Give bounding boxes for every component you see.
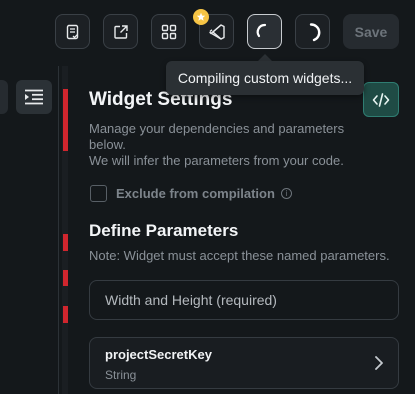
open-external-button[interactable] [103, 14, 138, 49]
vscode-icon [208, 23, 225, 40]
info-icon[interactable]: i [280, 188, 292, 199]
toggle-panel-button[interactable] [16, 80, 52, 114]
loading-spinner-icon [256, 23, 266, 37]
error-marker[interactable] [63, 234, 68, 251]
collapsed-button[interactable] [0, 80, 8, 114]
compile-tooltip: Compiling custom widgets... [166, 61, 364, 95]
left-panel [0, 66, 58, 394]
grid-button[interactable] [151, 14, 186, 49]
error-marker[interactable] [63, 306, 68, 323]
parameters-note: Note: Widget must accept these named par… [89, 248, 390, 263]
document-check-button[interactable] [55, 14, 90, 49]
width-height-input[interactable]: Width and Height (required) [89, 280, 399, 320]
panel-divider[interactable] [58, 66, 59, 394]
exclude-compilation-checkbox[interactable] [90, 185, 107, 202]
parameter-type: String [105, 368, 137, 382]
chevron-right-icon [375, 356, 383, 370]
exclude-compilation-label[interactable]: Exclude from compilation [116, 186, 275, 201]
parameter-name: projectSecretKey [105, 347, 212, 362]
exclude-compilation-row: Exclude from compilation i [90, 185, 292, 202]
error-marker[interactable] [63, 89, 68, 151]
parameter-item[interactable]: projectSecretKey String [89, 337, 399, 389]
description-line: We will infer the parameters from your c… [89, 153, 344, 168]
define-parameters-title: Define Parameters [89, 221, 239, 240]
description-line: Manage your dependencies and parameters [89, 121, 345, 136]
code-icon [372, 92, 390, 107]
tooltip-arrow [258, 54, 272, 61]
document-check-icon [66, 24, 78, 39]
indent-list-icon [25, 89, 43, 105]
error-marker[interactable] [63, 270, 68, 286]
description-line: below. [89, 137, 126, 152]
code-view-button[interactable] [363, 82, 399, 117]
refresh-button[interactable] [295, 14, 330, 49]
save-button[interactable]: Save [343, 14, 399, 49]
widget-settings-description: Manage your dependencies and parameters … [89, 121, 359, 169]
compile-button[interactable] [247, 14, 282, 49]
open-external-icon [113, 24, 128, 39]
grid-icon [161, 24, 176, 39]
star-badge-icon [193, 9, 209, 25]
refresh-spinner-icon [309, 22, 320, 41]
